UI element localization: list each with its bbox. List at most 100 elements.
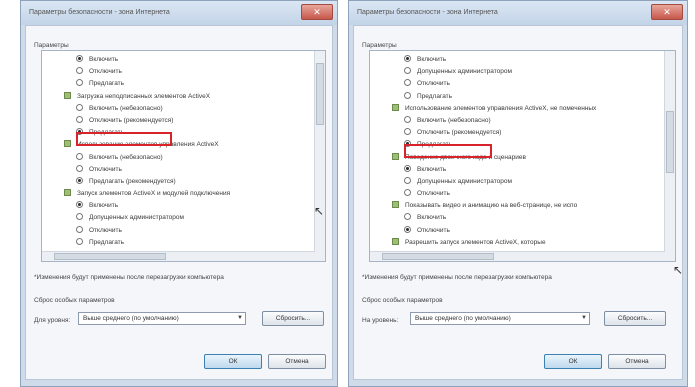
- option-label: Отключить: [89, 165, 122, 173]
- option-label: Отключить: [417, 190, 450, 198]
- setting-option-radio[interactable]: Включить: [46, 54, 313, 66]
- radio-icon[interactable]: [404, 67, 411, 75]
- radio-icon[interactable]: [76, 164, 83, 172]
- radio-icon[interactable]: [404, 213, 411, 221]
- setting-option-radio[interactable]: Включить (небезопасно): [46, 152, 313, 164]
- scrollbar-thumb[interactable]: [316, 63, 324, 125]
- option-label: Отключить (рекомендуется): [89, 116, 174, 124]
- radio-icon[interactable]: [404, 176, 411, 184]
- option-label: Включить (небезопасно): [417, 116, 491, 124]
- option-label: Допущенных администратором: [417, 177, 512, 185]
- option-label: Использование элементов управления Activ…: [405, 104, 597, 112]
- option-label: Отключить (рекомендуется): [417, 129, 502, 137]
- radio-icon[interactable]: [404, 55, 411, 62]
- scrollbar-thumb[interactable]: [382, 253, 494, 260]
- scrollbar-thumb[interactable]: [54, 253, 166, 260]
- setting-option-radio[interactable]: Допущенных администратором: [374, 176, 663, 188]
- setting-option-radio[interactable]: Допущенных администратором: [374, 66, 663, 78]
- radio-icon[interactable]: [76, 213, 83, 221]
- radio-icon[interactable]: [76, 201, 83, 209]
- radio-icon[interactable]: [404, 91, 411, 99]
- title-bar: Параметры безопасности - зона Интернета …: [349, 1, 687, 25]
- reset-level-label: На уровень:: [362, 317, 399, 324]
- radio-icon[interactable]: [76, 176, 83, 184]
- setting-option-radio[interactable]: Включить: [46, 200, 313, 212]
- setting-option-radio[interactable]: Отключить (рекомендуется): [46, 115, 313, 127]
- dialog-body: Параметры Включить Отключить Предлагать Заг…: [25, 25, 333, 380]
- cancel-button[interactable]: Отмена: [608, 354, 666, 369]
- scrollbar-thumb[interactable]: [666, 111, 674, 173]
- setting-option-radio[interactable]: Допущенных администратором: [46, 212, 313, 224]
- radio-icon[interactable]: [76, 103, 83, 111]
- option-label: Включить: [417, 165, 447, 173]
- settings-group-item: Загрузка неподписанных элементов ActiveX: [46, 91, 313, 103]
- radio-icon[interactable]: [76, 79, 83, 87]
- option-label: Запуск элементов ActiveX и модулей подкл…: [77, 190, 231, 198]
- setting-group-icon: [392, 152, 399, 160]
- setting-option-radio[interactable]: Включить: [374, 164, 663, 176]
- option-label: Предлагать: [89, 80, 125, 88]
- setting-option-radio[interactable]: Предлагать: [46, 78, 313, 90]
- setting-group-icon: [64, 140, 71, 148]
- reset-button[interactable]: Сбросить...: [604, 311, 666, 326]
- settings-tree[interactable]: Включить Отключить Предлагать Загрузка непо…: [41, 50, 326, 262]
- setting-option-radio[interactable]: Отключить: [374, 225, 663, 237]
- setting-option-radio[interactable]: Отключить (рекомендуется): [374, 127, 663, 139]
- reset-button[interactable]: Сбросить...: [262, 311, 324, 326]
- setting-option-radio[interactable]: Предлагать: [46, 237, 313, 249]
- radio-icon[interactable]: [404, 225, 411, 233]
- security-settings-dialog-left: Параметры безопасности - зона Интернета …: [20, 0, 338, 387]
- setting-option-radio[interactable]: Отключить: [46, 225, 313, 237]
- close-button[interactable]: ✕: [651, 4, 683, 20]
- reset-level-select[interactable]: Выше среднего (по умолчанию) ▼: [410, 312, 590, 325]
- radio-icon[interactable]: [76, 115, 83, 123]
- radio-icon[interactable]: [404, 189, 411, 197]
- reset-custom-settings-label: Сброс особых параметров: [362, 297, 443, 304]
- settings-label: Параметры: [34, 42, 69, 49]
- dialog-title: Параметры безопасности - зона Интернета: [357, 9, 498, 16]
- cancel-button[interactable]: Отмена: [268, 354, 326, 369]
- vertical-scrollbar[interactable]: [664, 51, 675, 261]
- reset-level-label: Для уровня:: [34, 317, 71, 324]
- settings-label: Параметры: [362, 42, 397, 49]
- security-settings-dialog-right: Параметры безопасности - зона Интернета …: [348, 0, 688, 387]
- radio-icon[interactable]: [404, 115, 411, 123]
- radio-icon[interactable]: [404, 128, 411, 136]
- restart-note: *Изменения будут применены после перезаг…: [362, 274, 552, 281]
- highlight-box: [76, 132, 172, 146]
- radio-icon[interactable]: [404, 164, 411, 172]
- ok-button[interactable]: ОК: [204, 354, 262, 369]
- setting-option-radio[interactable]: Отключить: [374, 188, 663, 200]
- setting-option-radio[interactable]: Отключить: [46, 66, 313, 78]
- setting-group-icon: [64, 91, 71, 99]
- close-button[interactable]: ✕: [301, 4, 333, 20]
- option-label: Предлагать: [89, 238, 125, 246]
- radio-icon[interactable]: [76, 225, 83, 233]
- option-label: Включить (небезопасно): [89, 153, 163, 161]
- radio-icon[interactable]: [404, 79, 411, 87]
- restart-note: *Изменения будут применены после перезаг…: [34, 274, 224, 281]
- reset-level-select[interactable]: Выше среднего (по умолчанию) ▼: [78, 312, 246, 325]
- horizontal-scrollbar[interactable]: [42, 251, 315, 261]
- setting-option-radio[interactable]: Включить: [374, 212, 663, 224]
- radio-icon[interactable]: [76, 67, 83, 75]
- setting-option-radio[interactable]: Включить (небезопасно): [374, 115, 663, 127]
- setting-option-radio[interactable]: Предлагать: [374, 91, 663, 103]
- radio-icon[interactable]: [76, 152, 83, 160]
- radio-icon[interactable]: [76, 237, 83, 245]
- option-label: Предлагать: [417, 92, 453, 100]
- setting-option-radio[interactable]: Включить (небезопасно): [46, 103, 313, 115]
- setting-group-icon: [392, 201, 399, 209]
- ok-button[interactable]: ОК: [544, 354, 602, 369]
- vertical-scrollbar[interactable]: [314, 51, 325, 261]
- setting-option-radio[interactable]: Отключить: [374, 78, 663, 90]
- option-label: Включить: [89, 202, 119, 210]
- radio-icon[interactable]: [76, 55, 83, 62]
- dropdown-arrow-icon: ▼: [581, 315, 587, 321]
- setting-option-radio[interactable]: Отключить: [46, 164, 313, 176]
- setting-option-radio[interactable]: Включить: [374, 54, 663, 66]
- option-label: Включить: [417, 214, 447, 222]
- option-label: Показывать видео и анимацию на веб-стран…: [405, 202, 578, 210]
- horizontal-scrollbar[interactable]: [370, 251, 665, 261]
- setting-option-radio[interactable]: Предлагать (рекомендуется): [46, 176, 313, 188]
